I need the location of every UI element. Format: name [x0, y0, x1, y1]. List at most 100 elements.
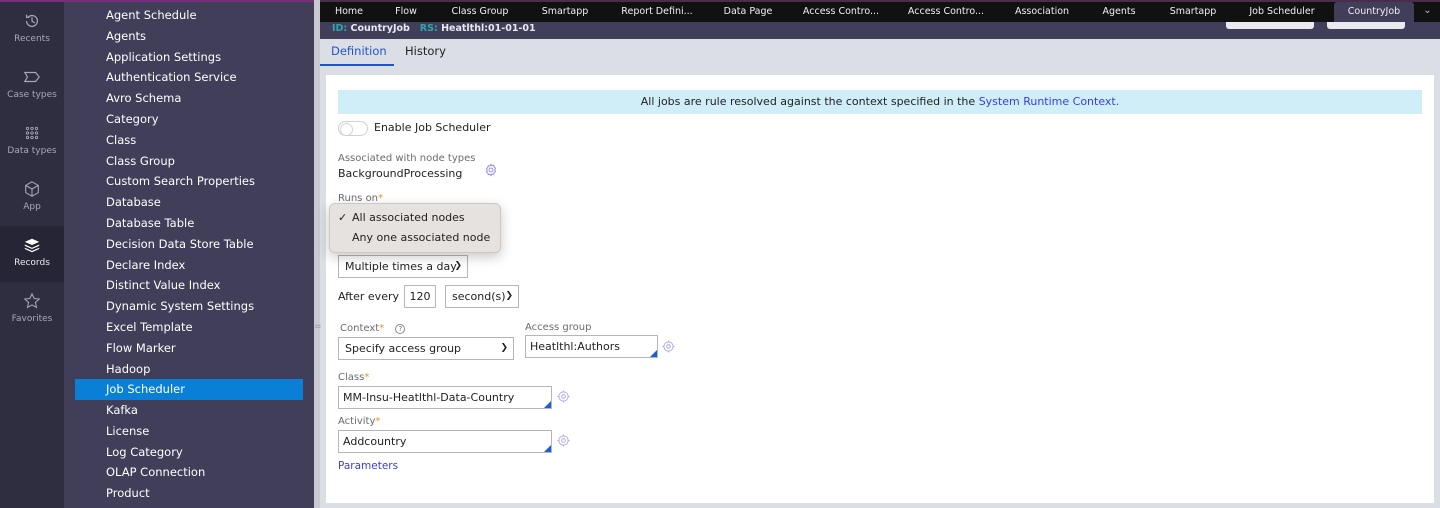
rail-item-favorites[interactable]: Favorites	[0, 282, 64, 338]
autocomplete-corner-icon	[544, 401, 551, 408]
record-item[interactable]: Category	[75, 109, 303, 130]
header-save-button[interactable]	[1327, 22, 1405, 29]
tab-access-control-2[interactable]: Access Contro...	[905, 2, 987, 22]
record-item[interactable]: OLAP Connection	[75, 462, 303, 483]
parameters-link[interactable]: Parameters	[338, 460, 398, 472]
tab-class-group[interactable]: Class Group	[440, 2, 520, 22]
schedule-frequency-select[interactable]: Multiple times a day ❯	[338, 255, 468, 278]
tab-smartapp[interactable]: Smartapp	[532, 2, 598, 22]
record-item[interactable]: Declare Index	[75, 255, 303, 276]
record-item[interactable]: Class Group	[75, 151, 303, 172]
record-item[interactable]: Product	[75, 483, 303, 504]
access-group-input[interactable]: Heatlthl:Authors	[525, 335, 658, 358]
option-label: All associated nodes	[352, 211, 465, 224]
context-select[interactable]: Specify access group ❯	[338, 337, 514, 360]
tab-smartapp-2[interactable]: Smartapp	[1160, 2, 1226, 22]
record-item[interactable]: Custom Search Properties	[75, 171, 303, 192]
enable-job-scheduler-label: Enable Job Scheduler	[374, 121, 491, 134]
header-action-button[interactable]	[1226, 22, 1314, 29]
class-label: Class*	[338, 372, 369, 383]
checkmark-icon: ✓	[338, 211, 348, 224]
node-types-value: BackgroundProcessing	[338, 167, 463, 180]
record-item[interactable]: Database Table	[75, 213, 303, 234]
tab-association[interactable]: Association	[1010, 2, 1074, 22]
locate-icon[interactable]	[557, 390, 570, 403]
interval-unit-value: second(s)	[452, 290, 506, 303]
record-item[interactable]: Avro Schema	[75, 88, 303, 109]
interval-unit-select[interactable]: second(s) ❯	[445, 285, 519, 308]
activity-input[interactable]: Addcountry	[338, 430, 552, 453]
schedule-frequency-value: Multiple times a day	[345, 260, 457, 273]
record-item[interactable]: Kafka	[75, 400, 303, 421]
rail-item-records[interactable]: Records	[0, 226, 64, 282]
autocomplete-corner-icon	[650, 350, 657, 357]
rail-label: Data types	[7, 146, 57, 156]
locate-icon[interactable]	[662, 340, 675, 353]
record-item[interactable]: Database	[75, 192, 303, 213]
system-runtime-context-link[interactable]: System Runtime Context.	[979, 95, 1120, 108]
record-item[interactable]: Flow Marker	[75, 338, 303, 359]
rail-label: App	[23, 202, 41, 212]
help-icon[interactable]: ?	[395, 324, 406, 334]
tab-agents[interactable]: Agents	[1095, 2, 1143, 22]
gear-icon[interactable]	[484, 163, 498, 177]
tab-countryjob[interactable]: CountryJob	[1334, 2, 1414, 22]
class-input[interactable]: MM-Insu-Heatlthl-Data-Country	[338, 386, 552, 409]
runs-on-dropdown-menu: ✓ All associated nodes Any one associate…	[329, 203, 501, 253]
grid-dots-icon	[25, 126, 39, 140]
record-item-job-scheduler[interactable]: Job Scheduler	[75, 379, 303, 400]
panel-splitter-handle[interactable]: =	[314, 322, 322, 334]
record-item[interactable]: Authentication Service	[75, 67, 303, 88]
record-item[interactable]: Excel Template	[75, 317, 303, 338]
tab-home[interactable]: Home	[322, 2, 376, 22]
tab-definition[interactable]: Definition	[320, 44, 394, 66]
tab-job-scheduler[interactable]: Job Scheduler	[1242, 2, 1322, 22]
tab-access-control-1[interactable]: Access Contro...	[800, 2, 882, 22]
tab-report-definition[interactable]: Report Defini...	[614, 2, 700, 22]
info-banner: All jobs are rule resolved against the c…	[338, 90, 1422, 114]
record-item[interactable]: Decision Data Store Table	[75, 234, 303, 255]
records-scrollbar[interactable]	[314, 0, 320, 508]
info-text: All jobs are rule resolved against the c…	[640, 95, 976, 108]
record-item[interactable]: License	[75, 421, 303, 442]
rs-label: RS:	[419, 23, 438, 34]
rule-header: ID: CountryJob RS: Heatlthl:01-01-01	[320, 22, 1440, 39]
rail-item-app[interactable]: App	[0, 170, 64, 226]
record-item[interactable]: Distinct Value Index	[75, 275, 303, 296]
activity-value: Addcountry	[343, 435, 407, 448]
required-mark: *	[375, 416, 381, 427]
record-item[interactable]: Application Settings	[75, 47, 303, 68]
context-value: Specify access group	[345, 342, 462, 355]
rule-id: ID: CountryJob RS: Heatlthl:01-01-01	[332, 22, 536, 35]
tab-flow[interactable]: Flow	[384, 2, 428, 22]
record-item[interactable]: Dynamic System Settings	[75, 296, 303, 317]
rail-item-data-types[interactable]: Data types	[0, 114, 64, 170]
record-item[interactable]: Hadoop	[75, 359, 303, 380]
record-item[interactable]: Log Category	[75, 442, 303, 463]
runs-on-option-all[interactable]: ✓ All associated nodes	[330, 208, 500, 228]
option-label: Any one associated node	[352, 231, 491, 244]
chevron-down-icon: ❯	[505, 291, 513, 301]
context-label-text: Context	[340, 323, 380, 334]
rail-item-recents[interactable]: Recents	[0, 2, 64, 58]
chevron-down-icon: ❯	[454, 261, 462, 271]
rail-label: Recents	[14, 34, 50, 44]
tab-history[interactable]: History	[405, 44, 446, 66]
record-item[interactable]: Agent Schedule	[75, 5, 303, 26]
required-mark: *	[379, 323, 385, 334]
rail-item-case-types[interactable]: Case types	[0, 58, 64, 114]
enable-job-scheduler-toggle[interactable]	[338, 121, 368, 136]
class-value: MM-Insu-Heatlthl-Data-Country	[343, 391, 515, 404]
chevron-down-icon[interactable]: ⌄	[1415, 2, 1440, 22]
record-item[interactable]: Class	[75, 130, 303, 151]
layers-icon	[24, 238, 40, 253]
id-label: ID:	[332, 23, 348, 34]
record-item[interactable]: Agents	[75, 26, 303, 47]
subtabs: Definition History	[320, 39, 1440, 66]
runs-on-option-any[interactable]: Any one associated node	[330, 228, 500, 248]
after-every-label: After every	[338, 290, 399, 303]
interval-input[interactable]: 120	[404, 285, 436, 308]
tab-data-page[interactable]: Data Page	[716, 2, 780, 22]
rs-value: Heatlthl:01-01-01	[441, 23, 536, 34]
locate-icon[interactable]	[557, 434, 570, 447]
